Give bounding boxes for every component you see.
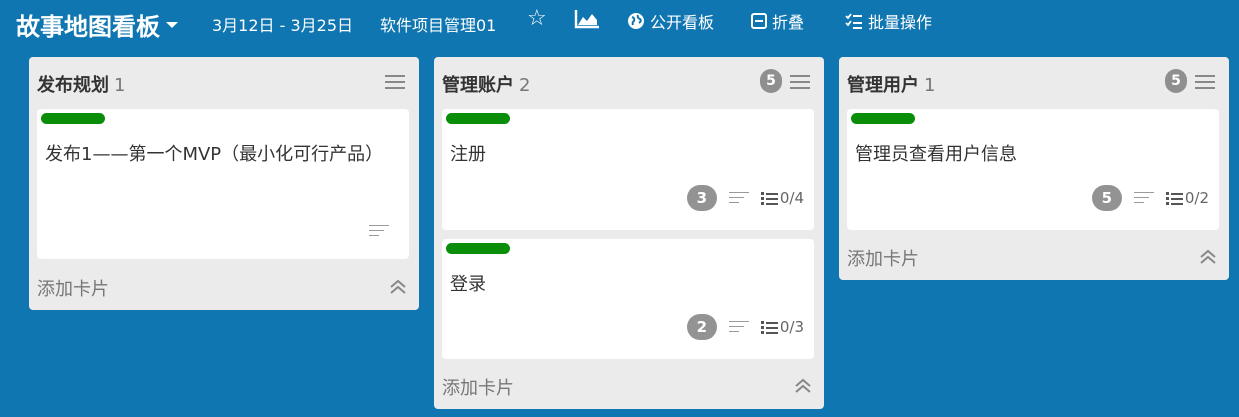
card-footer: [369, 223, 389, 237]
board-title-dropdown[interactable]: 故事地图看板: [16, 7, 178, 42]
card-label-green[interactable]: [41, 113, 105, 124]
list-header: 管理用户 1 5: [839, 57, 1229, 107]
list-manage-users: 管理用户 1 5 管理员查看用户信息 5 0/2 添加卡片: [839, 57, 1229, 280]
card-label-green[interactable]: [446, 243, 510, 254]
checklist-count: 0/3: [779, 318, 804, 336]
add-card-button[interactable]: 添加卡片: [37, 275, 109, 301]
list-manage-account: 管理账户 2 5 注册 3 0/4 登录 2 0/3 添加卡片: [434, 57, 824, 409]
card[interactable]: 发布1——第一个MVP（最小化可行产品）: [37, 109, 409, 259]
card-footer: 3 0/4: [686, 185, 804, 211]
project-name[interactable]: 软件项目管理01: [380, 12, 496, 36]
list-title-text: 管理账户: [442, 75, 514, 96]
card-title: 管理员查看用户信息: [855, 144, 1017, 165]
checklist-icon: [760, 321, 778, 334]
list-card-count: 1: [114, 75, 126, 96]
list-title[interactable]: 管理用户 1: [847, 71, 935, 97]
star-icon[interactable]: ☆: [527, 7, 547, 31]
list-release-planning: 发布规划 1 发布1——第一个MVP（最小化可行产品） 添加卡片: [29, 57, 419, 310]
list-title[interactable]: 发布规划 1: [37, 71, 125, 97]
description-icon: [369, 223, 389, 237]
list-points-badge: 5: [1165, 69, 1187, 93]
card-footer: 5 0/2: [1091, 185, 1209, 211]
checklist-count: 0/4: [779, 189, 804, 207]
list-points-badge: 5: [760, 69, 782, 93]
list-menu-icon[interactable]: [790, 75, 810, 89]
list-title[interactable]: 管理账户 2: [442, 71, 530, 97]
card-label-green[interactable]: [851, 113, 915, 124]
list-menu-icon[interactable]: [1195, 75, 1215, 89]
list-header: 发布规划 1: [29, 57, 419, 107]
card[interactable]: 管理员查看用户信息 5 0/2: [847, 109, 1219, 230]
list-title-text: 发布规划: [37, 75, 109, 96]
card-label-green[interactable]: [446, 113, 510, 124]
description-icon: [728, 191, 749, 205]
board-title: 故事地图看板: [16, 13, 160, 41]
card-title: 登录: [450, 274, 486, 295]
add-card-button[interactable]: 添加卡片: [847, 245, 919, 271]
list-title-text: 管理用户: [847, 75, 919, 96]
checklist-icon: [845, 13, 863, 29]
story-points-badge: 3: [686, 185, 717, 211]
checklist-icon: [760, 192, 778, 205]
card-title: 注册: [450, 144, 486, 165]
collapse-button[interactable]: 折叠: [751, 9, 804, 33]
list-header: 管理账户 2 5: [434, 57, 824, 107]
checklist-progress: 0/3: [760, 318, 804, 336]
description-icon: [728, 320, 749, 334]
story-points-badge: 5: [1091, 185, 1122, 211]
sprint-date-range[interactable]: 3月12日 - 3月25日: [212, 12, 353, 36]
board-header: 故事地图看板 3月12日 - 3月25日 软件项目管理01 ☆ 公开看板 折叠 …: [0, 0, 1239, 44]
add-card-button[interactable]: 添加卡片: [442, 374, 514, 400]
checklist-progress: 0/2: [1165, 189, 1209, 207]
batch-operations-label: 批量操作: [868, 13, 933, 32]
chevron-double-up-icon[interactable]: [794, 378, 812, 394]
minus-square-icon: [751, 13, 767, 29]
batch-operations-button[interactable]: 批量操作: [845, 9, 932, 33]
list-menu-icon[interactable]: [385, 75, 405, 89]
story-points-badge: 2: [686, 314, 717, 340]
caret-down-icon: [166, 21, 178, 28]
list-card-count: 1: [924, 75, 936, 96]
area-chart-icon[interactable]: [574, 9, 600, 29]
card[interactable]: 注册 3 0/4: [442, 109, 814, 230]
card[interactable]: 登录 2 0/3: [442, 239, 814, 359]
description-icon: [1133, 191, 1154, 205]
list-card-count: 2: [519, 75, 531, 96]
globe-icon: [627, 12, 645, 30]
card-title: 发布1——第一个MVP（最小化可行产品）: [45, 144, 384, 165]
checklist-icon: [1165, 192, 1183, 205]
chevron-double-up-icon[interactable]: [1199, 249, 1217, 265]
public-board-button[interactable]: 公开看板: [627, 9, 714, 33]
chevron-double-up-icon[interactable]: [389, 279, 407, 295]
public-board-label: 公开看板: [650, 13, 715, 32]
checklist-progress: 0/4: [760, 189, 804, 207]
collapse-label: 折叠: [772, 13, 805, 32]
card-footer: 2 0/3: [686, 314, 804, 340]
checklist-count: 0/2: [1184, 189, 1209, 207]
